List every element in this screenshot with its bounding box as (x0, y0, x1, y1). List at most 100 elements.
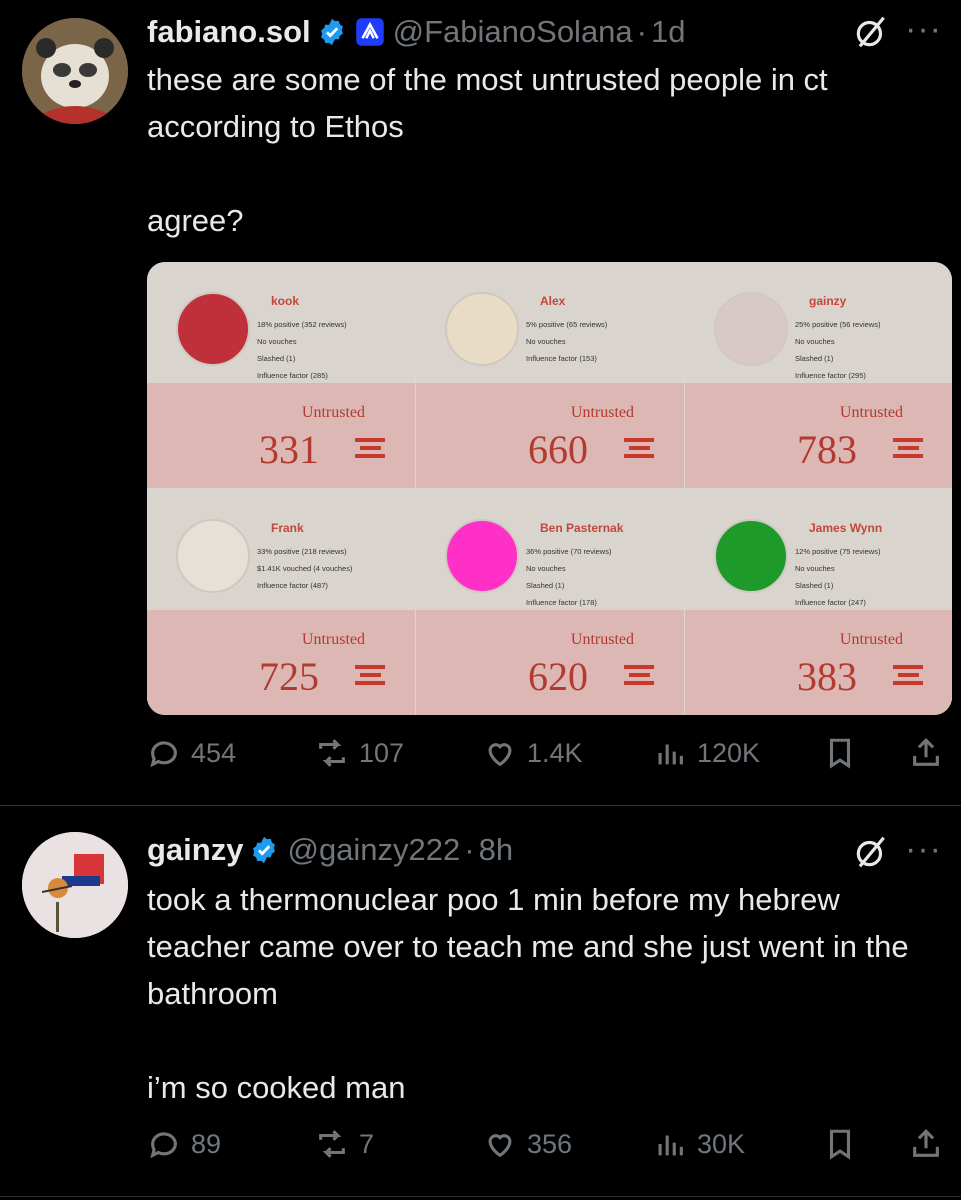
profile-stat-line: Slashed (1) (795, 581, 834, 590)
score-bars-icon (893, 438, 923, 466)
tweet-1[interactable]: fabiano.sol @FabianoSolana · 1d ··· thes… (0, 0, 961, 805)
more-options-icon[interactable]: ··· (905, 830, 942, 869)
tweet-text: these are some of the most untrusted peo… (147, 62, 828, 238)
profile-stat-line: Influence factor (247) (795, 598, 866, 607)
profile-stat-line: No vouches (795, 564, 835, 573)
display-name[interactable]: gainzy (147, 832, 243, 868)
trust-label: Untrusted (570, 404, 634, 421)
view-count: 30K (697, 1128, 746, 1159)
profile-stat-line: 36% positive (70 reviews) (526, 547, 612, 556)
reply-button[interactable]: 89 (147, 1122, 221, 1166)
ethos-profile-card: kook 18% positive (352 reviews) No vouches… (147, 262, 415, 488)
score-bars-icon (624, 665, 654, 693)
profile-stat-line: Slashed (1) (795, 354, 834, 363)
bookmark-button[interactable] (823, 731, 857, 775)
share-icon (913, 1129, 939, 1157)
avatar-image (22, 832, 128, 938)
handle[interactable]: @FabianoSolana (393, 14, 633, 50)
handle[interactable]: @gainzy222 (287, 832, 460, 868)
trust-score: 620 (528, 654, 588, 699)
reply-count: 89 (191, 1128, 222, 1159)
like-count: 356 (527, 1128, 573, 1159)
tweet-media-image[interactable]: kook 18% positive (352 reviews) No vouches… (147, 262, 952, 715)
reply-icon (150, 1132, 177, 1159)
share-button[interactable] (909, 1122, 943, 1166)
profile-avatar (445, 292, 519, 366)
profile-stat-line: Influence factor (295) (795, 371, 866, 380)
profile-avatar (445, 519, 519, 593)
more-options-icon[interactable]: ··· (905, 10, 942, 49)
like-button[interactable]: 356 (483, 1122, 572, 1166)
separator-dot: · (464, 832, 475, 867)
profile-name: kook (271, 294, 300, 308)
repost-button[interactable]: 107 (315, 731, 404, 775)
view-count: 120K (697, 737, 761, 768)
profile-stat-line: Influence factor (178) (526, 598, 597, 607)
bookmark-icon (829, 738, 851, 769)
profile-avatar (714, 519, 788, 593)
share-icon (913, 738, 939, 766)
avatar[interactable] (22, 832, 128, 938)
like-button[interactable]: 1.4K (483, 731, 583, 775)
views-button[interactable]: 120K (653, 731, 760, 775)
profile-name: Frank (271, 521, 304, 535)
reply-button[interactable]: 454 (147, 731, 236, 775)
profile-avatar (176, 519, 250, 593)
score-bars-icon (893, 665, 923, 693)
profile-stat-line: Influence factor (285) (257, 371, 328, 380)
reply-count: 454 (191, 737, 237, 768)
profile-name: James Wynn (809, 521, 883, 535)
trust-label: Untrusted (570, 631, 634, 648)
repost-icon (319, 1130, 345, 1158)
repost-icon (319, 739, 345, 767)
profile-avatar (714, 292, 788, 366)
profile-stat-line: 18% positive (352 reviews) (257, 320, 347, 329)
tweet-divider (0, 1196, 961, 1197)
score-bars-icon (355, 665, 385, 693)
trust-label: Untrusted (839, 631, 903, 648)
grok-icon[interactable] (852, 13, 890, 51)
timestamp[interactable]: 1d (651, 14, 685, 50)
affiliate-badge-icon (355, 18, 384, 46)
trust-score: 383 (797, 654, 857, 699)
profile-stat-line: Influence factor (153) (526, 354, 597, 363)
heart-icon (488, 743, 512, 767)
score-bars-icon (624, 438, 654, 466)
repost-count: 7 (359, 1128, 375, 1159)
ethos-profile-card: Alex 5% positive (65 reviews) No vouches In… (416, 262, 684, 488)
avatar[interactable] (22, 18, 128, 124)
ethos-profile-card: James Wynn 12% positive (75 reviews) No vo… (685, 489, 952, 715)
tweet-text: took a thermonuclear poo 1 min before my… (147, 882, 909, 1105)
tweet-header: fabiano.sol @FabianoSolana · 1d (147, 12, 685, 52)
views-icon (658, 1135, 683, 1156)
profile-stat-line: 5% positive (65 reviews) (526, 320, 608, 329)
profile-name: Ben Pasternak (540, 521, 624, 535)
profile-stat-line: No vouches (526, 564, 566, 573)
grok-icon[interactable] (852, 833, 890, 871)
tweet-actions: 89 7 356 30K (147, 1122, 947, 1166)
tweet-2[interactable]: gainzy @gainzy222 · 8h ··· took a thermo… (0, 806, 961, 1200)
profile-stat-line: $1.41K vouched (4 vouches) (257, 564, 353, 573)
profile-stat-line: Influence factor (487) (257, 581, 328, 590)
separator-dot: · (636, 14, 647, 49)
profile-avatar (176, 292, 250, 366)
bookmark-button[interactable] (823, 1122, 857, 1166)
trust-score: 331 (259, 427, 319, 472)
trust-score: 725 (259, 654, 319, 699)
score-bars-icon (355, 438, 385, 466)
share-button[interactable] (909, 731, 943, 775)
profile-stat-line: 25% positive (56 reviews) (795, 320, 881, 329)
display-name[interactable]: fabiano.sol (147, 14, 311, 50)
repost-button[interactable]: 7 (315, 1122, 374, 1166)
trust-score: 660 (528, 427, 588, 472)
tweet-header: gainzy @gainzy222 · 8h (147, 830, 513, 870)
profile-stat-line: 12% positive (75 reviews) (795, 547, 881, 556)
trust-label: Untrusted (839, 404, 903, 421)
trust-label: Untrusted (301, 404, 365, 421)
timestamp[interactable]: 8h (479, 832, 513, 868)
avatar-image (22, 18, 128, 124)
profile-stat-line: No vouches (526, 337, 566, 346)
repost-count: 107 (359, 737, 405, 768)
views-button[interactable]: 30K (653, 1122, 745, 1166)
verified-badge-icon (320, 18, 343, 46)
